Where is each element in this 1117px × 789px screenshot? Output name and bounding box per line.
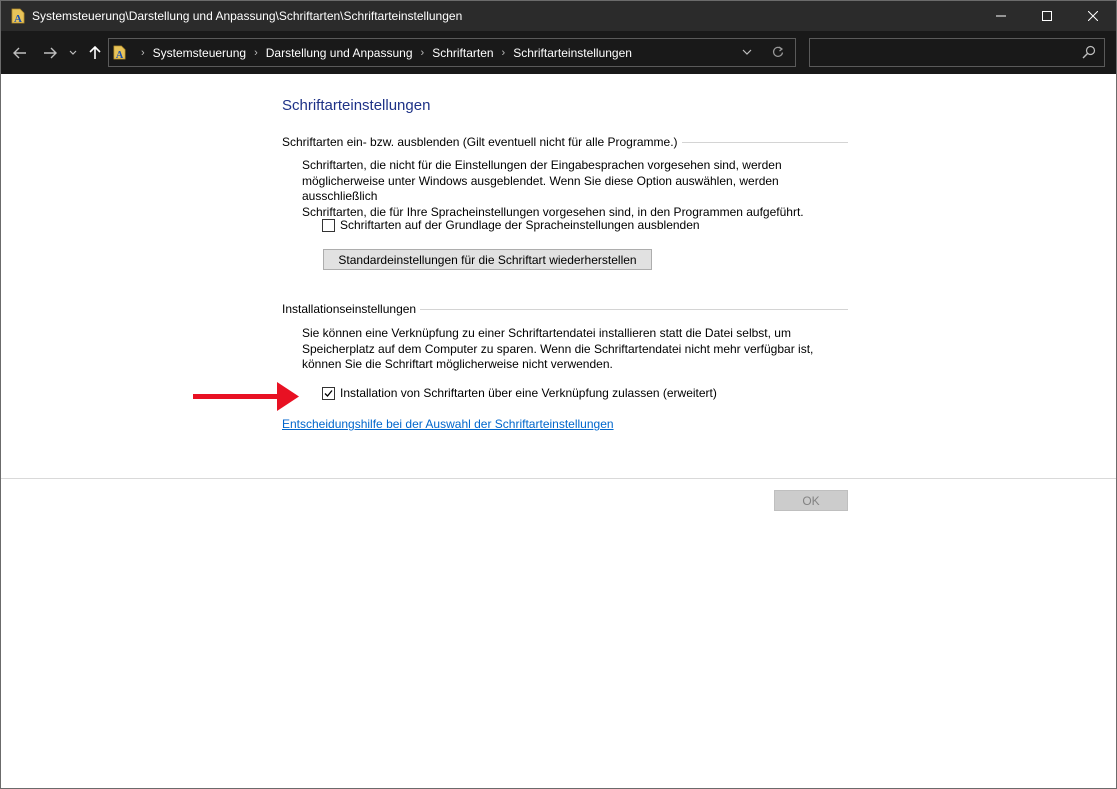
chevron-right-icon[interactable]: › — [421, 47, 425, 59]
checkmark-icon — [324, 389, 333, 397]
section-description-installation: Sie können eine Verknüpfung zu einer Sch… — [302, 326, 814, 371]
arrow-up-icon — [89, 46, 101, 59]
svg-text:A: A — [14, 13, 22, 24]
refresh-icon — [772, 46, 784, 57]
navigation-bar: A › Systemsteuerung › Darstellung und An… — [1, 31, 1116, 74]
divider — [420, 308, 848, 310]
fonts-folder-icon: A — [11, 8, 25, 25]
fonts-folder-icon: A — [113, 45, 126, 61]
title-bar: A Systemsteuerung\Darstellung und Anpass… — [1, 1, 1116, 31]
section-header-visibility: Schriftarten ein- bzw. ausblenden (Gilt … — [282, 134, 848, 150]
chevron-right-icon[interactable]: › — [502, 47, 506, 59]
address-dropdown-button[interactable] — [739, 44, 755, 60]
up-button[interactable] — [85, 42, 105, 64]
hide-fonts-option[interactable]: Schriftarten auf der Grundlage der Sprac… — [322, 217, 700, 233]
breadcrumb-item-schriftarten[interactable]: Schriftarten — [432, 46, 493, 60]
breadcrumb-item-systemsteuerung[interactable]: Systemsteuerung — [153, 46, 246, 60]
search-input[interactable] — [816, 43, 1070, 63]
breadcrumb-item-schriftarteinstellungen[interactable]: Schriftarteinstellungen — [513, 46, 632, 60]
divider — [681, 141, 848, 143]
chevron-right-icon[interactable]: › — [254, 47, 258, 59]
window: A Systemsteuerung\Darstellung und Anpass… — [0, 0, 1117, 789]
red-arrow-annotation — [193, 382, 299, 411]
maximize-icon — [1042, 11, 1052, 21]
forward-button[interactable] — [39, 42, 61, 64]
arrow-left-icon — [13, 47, 26, 59]
hide-fonts-label[interactable]: Schriftarten auf der Grundlage der Sprac… — [340, 218, 700, 232]
search-button[interactable] — [1082, 45, 1098, 61]
search-icon — [1082, 45, 1096, 59]
breadcrumb: › Systemsteuerung › Darstellung und Anpa… — [133, 39, 632, 66]
recent-locations-button[interactable] — [67, 42, 79, 64]
section-header-label: Schriftarten ein- bzw. ausblenden (Gilt … — [282, 135, 682, 149]
shortcut-install-label[interactable]: Installation von Schriftarten über eine … — [340, 386, 717, 400]
svg-text:A: A — [116, 50, 124, 60]
window-title: Systemsteuerung\Darstellung und Anpassun… — [32, 9, 463, 23]
refresh-button[interactable] — [769, 44, 787, 60]
search-box[interactable] — [809, 38, 1105, 67]
breadcrumb-item-darstellung[interactable]: Darstellung und Anpassung — [266, 46, 413, 60]
shortcut-install-checkbox[interactable] — [322, 386, 335, 400]
address-bar[interactable]: A › Systemsteuerung › Darstellung und An… — [108, 38, 796, 67]
ok-button[interactable]: OK — [774, 490, 848, 511]
section-description-visibility: Schriftarten, die nicht für die Einstell… — [302, 158, 804, 219]
maximize-button[interactable] — [1024, 1, 1070, 31]
hide-fonts-checkbox[interactable] — [322, 218, 335, 232]
restore-default-fonts-button[interactable]: Standardeinstellungen für die Schriftart… — [323, 249, 652, 270]
back-button[interactable] — [9, 42, 31, 64]
chevron-down-icon — [742, 49, 752, 55]
section-header-label: Installationseinstellungen — [282, 302, 421, 316]
close-button[interactable] — [1070, 1, 1116, 31]
page-title: Schriftarteinstellungen — [282, 97, 431, 114]
minimize-icon — [996, 15, 1006, 17]
help-link-font-settings[interactable]: Entscheidungshilfe bei der Auswahl der S… — [282, 417, 614, 431]
shortcut-install-option[interactable]: Installation von Schriftarten über eine … — [322, 385, 717, 401]
chevron-down-icon — [69, 50, 77, 55]
arrow-right-icon — [44, 47, 57, 59]
section-header-installation: Installationseinstellungen — [282, 301, 848, 317]
chevron-right-icon: › — [141, 46, 145, 59]
close-icon — [1088, 11, 1098, 21]
minimize-button[interactable] — [978, 1, 1024, 31]
divider — [1, 478, 1116, 479]
